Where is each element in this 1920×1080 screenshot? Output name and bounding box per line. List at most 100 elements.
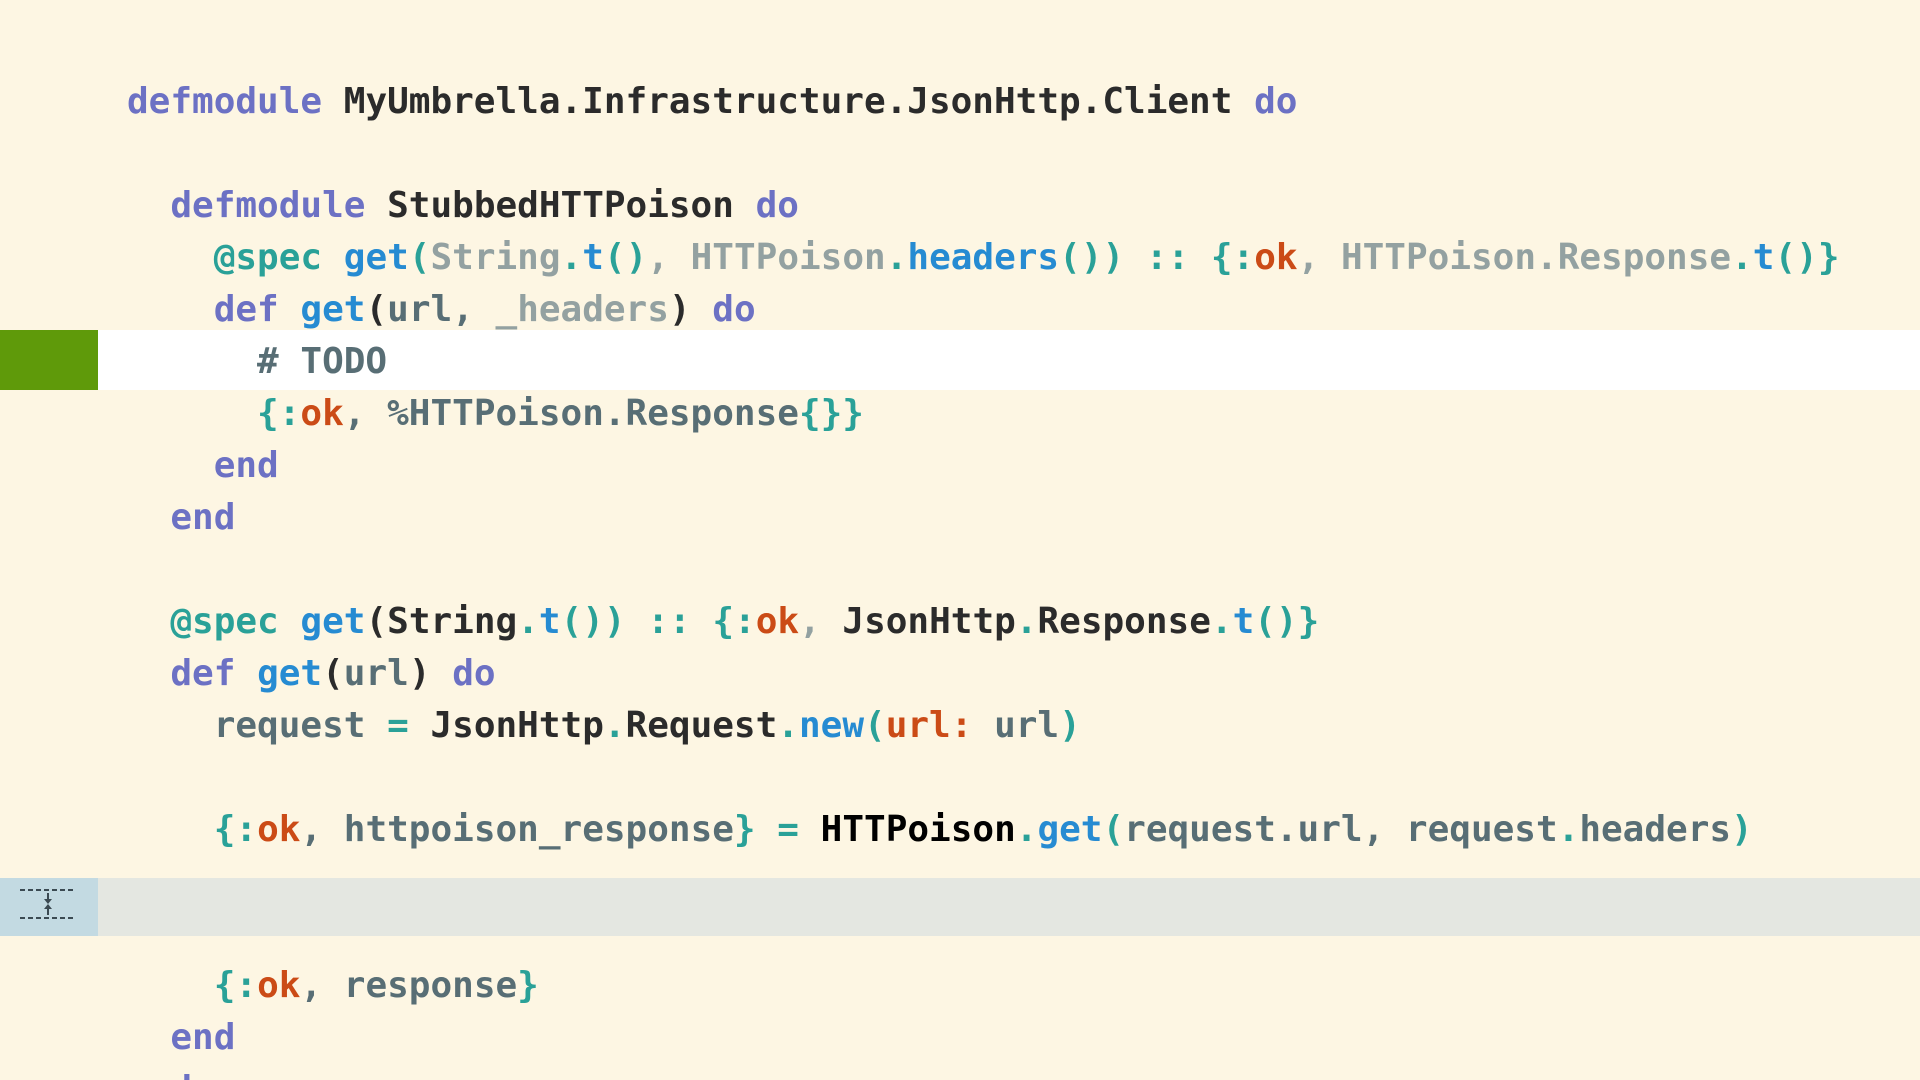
dot-token: . <box>1210 601 1233 642</box>
function-name-token: get <box>300 601 366 642</box>
line-gutter[interactable] <box>0 492 98 544</box>
dot-token: . <box>1015 601 1038 642</box>
code-line[interactable]: end <box>0 492 1920 544</box>
brace-token: ()} <box>1774 237 1840 278</box>
code-line[interactable]: defmodule MyUmbrella.Infrastructure.Json… <box>0 76 1920 128</box>
line-content: # TODO <box>127 336 387 388</box>
line-gutter[interactable] <box>0 700 98 752</box>
punctuation-token: , <box>300 809 344 850</box>
function-name-token: get <box>300 289 366 330</box>
atom-token: ok <box>1254 237 1298 278</box>
atom-token: ok <box>300 393 344 434</box>
code-line[interactable]: end <box>0 1064 1920 1080</box>
keyword-token: def <box>213 289 279 330</box>
paren-token: ( <box>864 705 886 746</box>
line-gutter[interactable] <box>0 1064 98 1080</box>
brace-token: {: <box>712 601 756 642</box>
brace-token: {: <box>213 809 258 850</box>
code-line[interactable]: request = JsonHttp.Request.new(url: url) <box>0 700 1920 752</box>
line-content: def get(url) do <box>127 648 495 700</box>
code-line[interactable]: end <box>0 440 1920 492</box>
punctuation-token: , <box>343 393 388 434</box>
module-attribute-token: @spec <box>170 601 279 642</box>
variable-token: url, <box>387 289 496 330</box>
punctuation-token: , <box>1297 237 1341 278</box>
line-gutter[interactable] <box>0 960 98 1012</box>
atom-token: ok <box>257 809 301 850</box>
paren-token: ( <box>365 601 388 642</box>
module-name-token: StubbedHTTPoison <box>387 185 734 226</box>
punctuation-token: , <box>300 965 344 1006</box>
type-token: HTTPoison <box>690 237 886 278</box>
type-operator-token: :: <box>647 601 691 642</box>
code-line[interactable]: {:ok, %HTTPoison.Response{}} <box>0 388 1920 440</box>
function-name-token: get <box>257 653 323 694</box>
code-line[interactable]: {:ok, response} <box>0 960 1920 1012</box>
function-name-token: t <box>538 601 561 642</box>
folded-region[interactable] <box>0 878 1920 936</box>
line-content: defmodule StubbedHTTPoison do <box>127 180 799 232</box>
current-line-marker[interactable] <box>0 330 98 390</box>
line-content: defmodule MyUmbrella.Infrastructure.Json… <box>127 76 1297 128</box>
match-operator-token: = <box>777 809 799 850</box>
brace-token: } <box>733 809 756 850</box>
keyword-token: end <box>127 1069 192 1080</box>
unfold-icon[interactable] <box>18 884 78 924</box>
comment-token: # TODO <box>257 341 388 382</box>
type-token: Response <box>1037 601 1211 642</box>
line-gutter[interactable] <box>0 648 98 700</box>
paren-token: ) <box>1731 809 1753 850</box>
module-name-token: JsonHttp <box>430 705 604 746</box>
fold-gutter[interactable] <box>0 878 98 936</box>
type-token: String <box>387 601 518 642</box>
code-line[interactable]: def get(url) do <box>0 648 1920 700</box>
keyword-token: defmodule <box>127 81 323 122</box>
variable-token: headers <box>1579 809 1732 850</box>
line-gutter[interactable] <box>0 596 98 648</box>
function-name-token: t <box>582 237 604 278</box>
line-gutter[interactable] <box>0 232 98 284</box>
code-editor[interactable]: defmodule MyUmbrella.Infrastructure.Json… <box>0 0 1920 1080</box>
code-line[interactable]: @spec get(String.t(), HTTPoison.headers(… <box>0 232 1920 284</box>
variable-token: request.url, request <box>1124 809 1558 850</box>
dot-token: . <box>603 705 626 746</box>
code-line[interactable]: def get(url, _headers) do <box>0 284 1920 336</box>
code-line[interactable]: @spec get(String.t()) :: {:ok, JsonHttp.… <box>0 596 1920 648</box>
paren-token: ( <box>322 653 344 694</box>
line-gutter[interactable] <box>0 804 98 856</box>
module-name-token: MyUmbrella.Infrastructure.JsonHttp.Clien… <box>343 81 1233 122</box>
brace-token: {: <box>213 965 258 1006</box>
code-line[interactable]: {:ok, httpoison_response} = HTTPoison.ge… <box>0 804 1920 856</box>
atom-token: ok <box>755 601 800 642</box>
line-content: @spec get(String.t()) :: {:ok, JsonHttp.… <box>127 596 1319 648</box>
keyword-token: end <box>170 1017 236 1058</box>
code-line[interactable]: defmodule StubbedHTTPoison do <box>0 180 1920 232</box>
line-gutter[interactable] <box>0 284 98 336</box>
dot-token: . <box>885 237 908 278</box>
keyword-token: do <box>712 289 756 330</box>
struct-token: %HTTPoison.Response <box>387 393 799 434</box>
function-name-token: t <box>1232 601 1255 642</box>
line-gutter[interactable] <box>0 180 98 232</box>
paren-token: ) <box>668 289 691 330</box>
code-line[interactable]: end <box>0 1012 1920 1064</box>
keyword-token: defmodule <box>170 185 366 226</box>
line-content: {:ok, %HTTPoison.Response{}} <box>127 388 864 440</box>
variable-token: url <box>343 653 409 694</box>
paren-token: ) <box>1059 705 1081 746</box>
line-gutter[interactable] <box>0 440 98 492</box>
current-line[interactable]: # TODO <box>0 330 1920 390</box>
line-gutter[interactable] <box>0 76 98 128</box>
line-gutter[interactable] <box>0 388 98 440</box>
line-gutter[interactable] <box>0 1012 98 1064</box>
